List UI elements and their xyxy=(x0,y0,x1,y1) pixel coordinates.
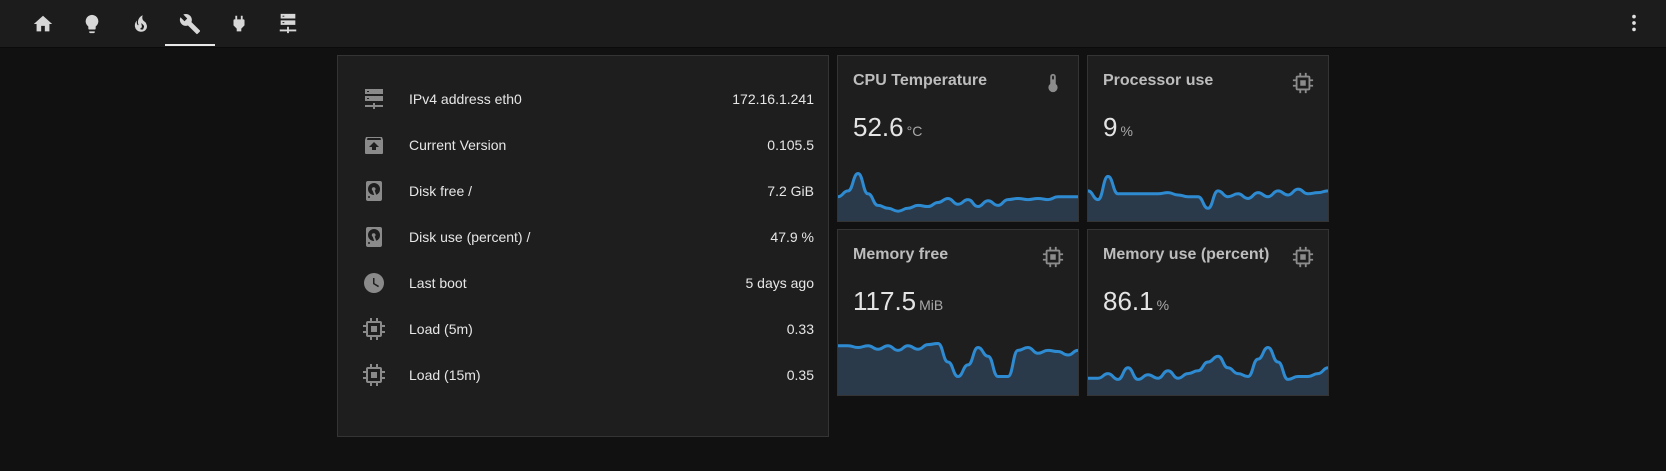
entity-value: 0.35 xyxy=(786,367,814,383)
sensor-card-memory-free[interactable]: Memory free 117.5 MiB xyxy=(837,229,1079,396)
sensor-reading: 52.6 °C xyxy=(853,112,922,143)
entity-row-last-boot[interactable]: Last boot 5 days ago xyxy=(338,263,828,303)
sensor-history-graph xyxy=(1088,174,1328,221)
tab-system[interactable] xyxy=(165,0,215,47)
tab-lights[interactable] xyxy=(67,0,117,47)
server-icon xyxy=(279,13,297,33)
dots-vertical-icon xyxy=(1632,14,1636,32)
top-toolbar xyxy=(0,0,1666,48)
entity-value: 47.9 % xyxy=(770,229,814,245)
system-entities-card: IPv4 address eth0 172.16.1.241 Current V… xyxy=(337,55,829,437)
entity-value: 5 days ago xyxy=(745,275,815,291)
package-up-icon xyxy=(362,133,386,157)
entity-label: Disk free / xyxy=(409,183,473,199)
entity-label: Disk use (percent) / xyxy=(409,229,531,245)
entity-value: 0.33 xyxy=(786,321,814,337)
sensor-title: CPU Temperature xyxy=(853,72,987,89)
sensor-card-processor-use[interactable]: Processor use 9% xyxy=(1087,55,1329,222)
entity-value: 172.16.1.241 xyxy=(732,91,814,107)
server-network-icon xyxy=(362,87,386,111)
entity-row-disk-use[interactable]: Disk use (percent) / 47.9 % xyxy=(338,217,828,257)
entity-row-version[interactable]: Current Version 0.105.5 xyxy=(338,125,828,165)
overflow-menu-button[interactable] xyxy=(1622,11,1646,35)
sensor-reading: 86.1% xyxy=(1103,286,1169,317)
chip-icon xyxy=(1292,246,1314,268)
entity-row-load-15m[interactable]: Load (15m) 0.35 xyxy=(338,355,828,395)
chip-icon xyxy=(1292,72,1314,94)
sensor-unit: % xyxy=(1156,297,1170,313)
lightbulb-icon xyxy=(85,14,99,33)
entity-label: Load (15m) xyxy=(409,367,481,383)
entity-row-disk-free[interactable]: Disk free / 7.2 GiB xyxy=(338,171,828,211)
sensor-unit: °C xyxy=(906,123,923,139)
tab-overview[interactable] xyxy=(18,0,68,47)
tab-energy[interactable] xyxy=(214,0,264,47)
entity-row-ipv4[interactable]: IPv4 address eth0 172.16.1.241 xyxy=(338,79,828,119)
entity-value: 0.105.5 xyxy=(767,137,814,153)
entity-label: Current Version xyxy=(409,137,507,153)
chip-icon xyxy=(362,363,386,387)
tab-heating[interactable] xyxy=(116,0,166,47)
harddisk-icon xyxy=(362,225,386,249)
thermometer-icon xyxy=(1042,72,1064,94)
sensor-value: 86.1 xyxy=(1103,286,1154,316)
clock-icon xyxy=(362,271,386,295)
wrench-icon xyxy=(179,13,201,34)
sensor-title: Memory use (percent) xyxy=(1103,246,1270,263)
sensor-unit: MiB xyxy=(919,297,944,313)
sensor-card-memory-use[interactable]: Memory use (percent) 86.1% xyxy=(1087,229,1329,396)
tab-servers[interactable] xyxy=(263,0,313,47)
fire-icon xyxy=(134,14,147,32)
sensor-history-graph xyxy=(838,341,1078,395)
sensor-value: 117.5 xyxy=(853,286,917,316)
harddisk-icon xyxy=(362,179,386,203)
entity-label: Last boot xyxy=(409,275,467,291)
graph-area xyxy=(1088,176,1328,221)
sensor-history-graph xyxy=(1088,345,1328,395)
sensor-history-graph xyxy=(838,171,1078,221)
sensor-card-cpu-temperature[interactable]: CPU Temperature 52.6 °C xyxy=(837,55,1079,222)
sensor-title: Processor use xyxy=(1103,72,1214,89)
chip-icon xyxy=(1042,246,1064,268)
sensor-unit: % xyxy=(1120,123,1133,139)
sensor-value: 52.6 xyxy=(853,112,904,142)
chip-icon xyxy=(362,317,386,341)
entity-row-load-5m[interactable]: Load (5m) 0.33 xyxy=(338,309,828,349)
entity-label: IPv4 address eth0 xyxy=(409,91,522,107)
power-plug-icon xyxy=(233,15,245,31)
home-icon xyxy=(33,15,53,31)
graph-area xyxy=(838,173,1078,221)
sensor-reading: 9% xyxy=(1103,112,1133,143)
entity-label: Load (5m) xyxy=(409,321,473,337)
entity-value: 7.2 GiB xyxy=(767,183,814,199)
sensor-reading: 117.5 MiB xyxy=(853,286,943,317)
sensor-value: 9 xyxy=(1103,112,1118,142)
sensor-title: Memory free xyxy=(853,246,949,263)
